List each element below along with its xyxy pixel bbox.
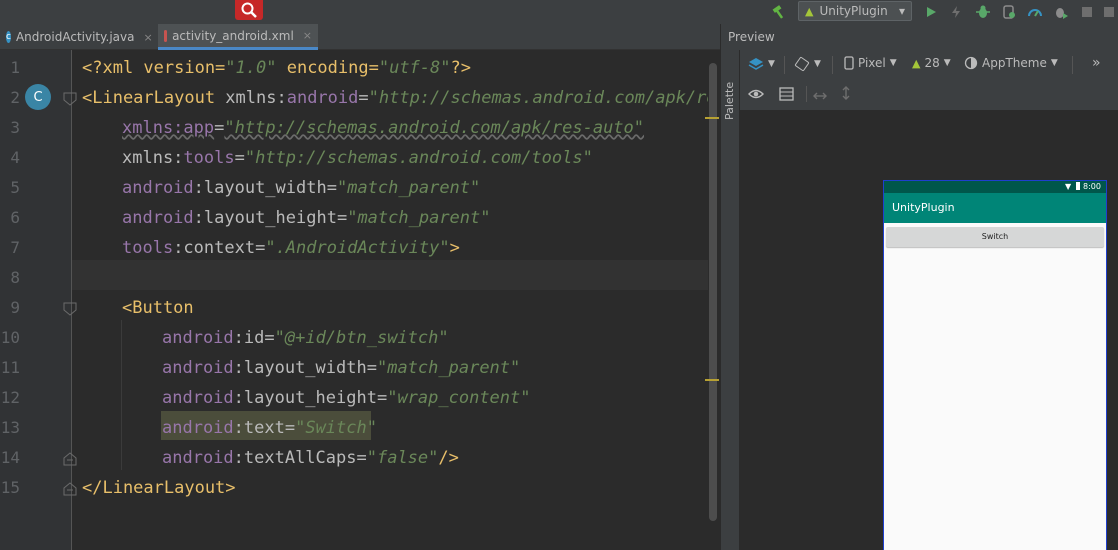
line-number: 4 xyxy=(10,148,20,167)
toolbar-separator xyxy=(784,56,785,74)
run-icon[interactable] xyxy=(922,3,940,21)
apply-changes-icon[interactable] xyxy=(947,3,965,21)
battery-icon xyxy=(1076,182,1080,190)
chevron-down-icon: ▼ xyxy=(768,59,775,69)
code-line-9: <Button xyxy=(122,298,194,318)
device-app-bar: UnityPlugin xyxy=(884,193,1106,223)
code-line-4: xmlns:tools="http://schemas.android.com/… xyxy=(122,148,593,168)
device-status-bar: ▼ 8:00 xyxy=(884,181,1106,193)
line-number: 3 xyxy=(10,118,20,137)
api-level-label: 28 xyxy=(924,56,940,70)
line-number: 6 xyxy=(10,208,20,227)
device-switch-button[interactable]: Switch xyxy=(886,227,1104,247)
phone-icon xyxy=(844,56,854,70)
toolbar-separator xyxy=(806,86,807,102)
tab-label: activity_android.xml xyxy=(172,28,294,43)
attach-debugger-icon[interactable] xyxy=(1000,3,1018,21)
code-line-6: android:layout_height="match_parent" xyxy=(122,208,491,228)
toolbar-separator xyxy=(1072,56,1073,74)
build-hammer-icon[interactable] xyxy=(770,3,788,21)
more-actions-icon[interactable]: » xyxy=(1092,55,1101,71)
code-line-5: android:layout_width="match_parent" xyxy=(122,178,481,198)
java-class-icon: c xyxy=(6,31,11,43)
line-number: 7 xyxy=(10,238,20,257)
line-number: 8 xyxy=(10,268,20,287)
android-icon: ▲ xyxy=(912,56,921,70)
toolbar-separator xyxy=(832,56,833,74)
main-toolbar: ▲ UnityPlugin ▾ xyxy=(0,0,1118,24)
theme-dropdown[interactable]: AppTheme ▼ xyxy=(964,56,1058,70)
theme-icon xyxy=(964,56,978,70)
vertical-resize-icon[interactable] xyxy=(840,85,852,105)
tab-androidactivity-java[interactable]: c AndroidActivity.java × xyxy=(0,24,156,50)
device-preview[interactable]: ▼ 8:00 UnityPlugin Switch xyxy=(883,180,1107,550)
chevron-down-icon: ▼ xyxy=(889,58,897,68)
editor-scrollbar-thumb[interactable] xyxy=(709,63,717,521)
layers-icon xyxy=(748,58,764,70)
class-gutter-icon[interactable]: C xyxy=(25,84,51,110)
design-surface-dropdown[interactable]: ▼ xyxy=(748,56,775,72)
line-number: 1 xyxy=(10,58,20,77)
code-line-2: <LinearLayout xmlns:android="http://sche… xyxy=(82,88,708,108)
design-toolbar: ▼ ▼ Pixel ▼ ▲ 28 ▼ AppTheme ▼ » xyxy=(740,50,1118,110)
run-configuration-dropdown[interactable]: ▲ UnityPlugin ▾ xyxy=(798,1,912,21)
search-icon[interactable] xyxy=(235,0,263,20)
palette-tab[interactable]: Palette xyxy=(723,60,736,120)
stop-icon[interactable] xyxy=(1078,3,1096,21)
orientation-dropdown[interactable]: ▼ xyxy=(794,56,821,72)
code-line-1: <?xml version="1.0" encoding="utf-8"?> xyxy=(82,58,471,78)
close-icon[interactable]: × xyxy=(303,29,312,42)
sync-icon[interactable] xyxy=(1100,3,1118,21)
line-number: 14 xyxy=(0,448,20,467)
device-dropdown[interactable]: Pixel ▼ xyxy=(844,56,897,70)
palette-tool-strip xyxy=(720,50,740,550)
code-line-15: </LinearLayout> xyxy=(82,478,236,498)
blueprint-icon[interactable] xyxy=(779,86,795,105)
code-editor[interactable]: <?xml version="1.0" encoding="utf-8"?> <… xyxy=(72,50,708,550)
android-icon: ▲ xyxy=(805,4,814,18)
code-line-7: tools:context=".AndroidActivity"> xyxy=(122,238,460,258)
debug-running-icon[interactable] xyxy=(1052,3,1070,21)
device-label: Pixel xyxy=(858,56,886,70)
line-number: 11 xyxy=(0,358,20,377)
chevron-down-icon: ▾ xyxy=(898,4,905,18)
profiler-icon[interactable] xyxy=(1026,3,1044,21)
eye-icon[interactable] xyxy=(748,86,764,105)
error-stripe-marker[interactable] xyxy=(705,117,719,119)
tab-label: AndroidActivity.java xyxy=(15,30,135,44)
theme-label: AppTheme xyxy=(982,56,1047,70)
code-line-13: android:text="Switch" xyxy=(162,418,377,438)
code-line-10: android:id="@+id/btn_switch" xyxy=(162,328,449,348)
debug-bug-icon[interactable] xyxy=(974,3,992,21)
close-icon[interactable]: × xyxy=(143,31,152,44)
code-line-14: android:textAllCaps="false"/> xyxy=(162,448,459,468)
code-line-11: android:layout_width="match_parent" xyxy=(162,358,521,378)
code-line-3: xmlns:app="http://schemas.android.com/ap… xyxy=(122,118,645,138)
line-number: 13 xyxy=(0,418,20,437)
tab-activity-android-xml[interactable]: activity_android.xml × xyxy=(158,24,318,50)
chevron-down-icon: ▼ xyxy=(814,59,821,69)
api-level-dropdown[interactable]: ▲ 28 ▼ xyxy=(912,56,951,70)
run-configuration-label: UnityPlugin xyxy=(819,4,888,18)
line-number: 12 xyxy=(0,388,20,407)
error-stripe-marker[interactable] xyxy=(705,379,719,381)
line-number: 9 xyxy=(10,298,20,317)
chevron-down-icon: ▼ xyxy=(1050,58,1058,68)
line-number: 10 xyxy=(0,328,20,347)
editor-tabs: c AndroidActivity.java × activity_androi… xyxy=(0,24,720,50)
line-number: 5 xyxy=(10,178,20,197)
horizontal-resize-icon[interactable] xyxy=(812,87,828,106)
preview-panel-title: Preview xyxy=(720,24,1118,50)
code-line-12: android:layout_height="wrap_content" xyxy=(162,388,531,408)
wifi-icon: ▼ xyxy=(1065,182,1072,191)
rotate-icon xyxy=(794,56,810,72)
line-number: 15 xyxy=(0,478,20,497)
status-time: 8:00 xyxy=(1083,182,1101,191)
layout-xml-icon xyxy=(164,29,168,42)
chevron-down-icon: ▼ xyxy=(943,58,951,68)
line-number: 2 xyxy=(10,88,20,107)
